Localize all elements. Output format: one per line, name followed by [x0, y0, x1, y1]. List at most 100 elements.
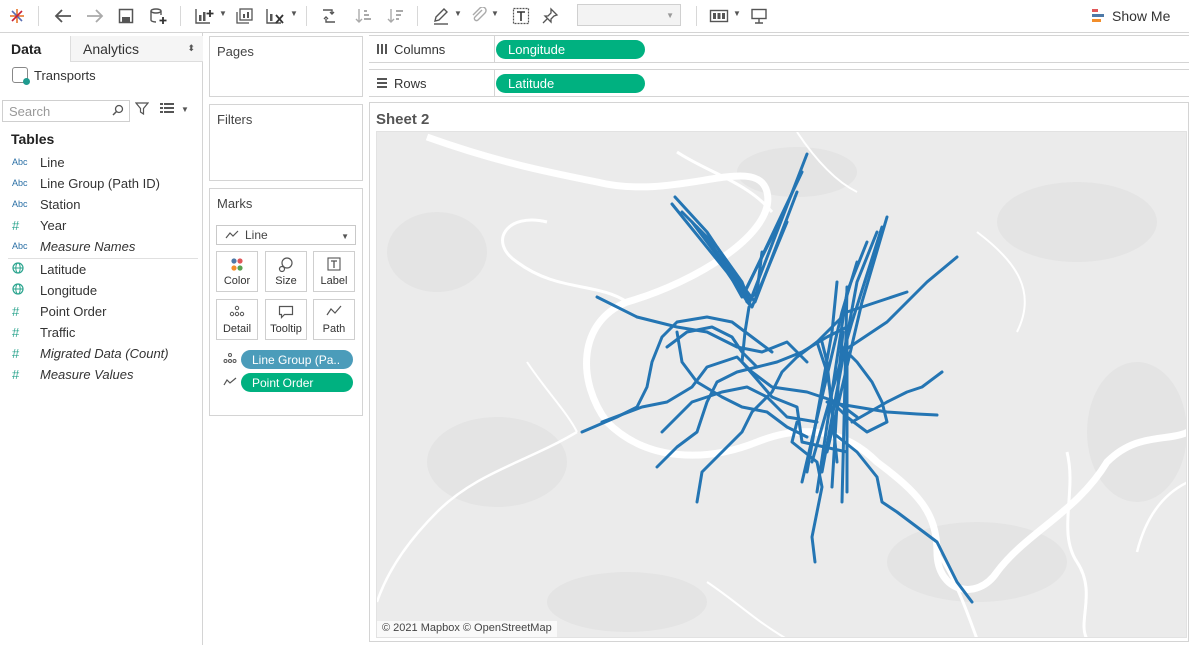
search-icon [112, 104, 124, 119]
view-options-icon[interactable] [160, 102, 174, 117]
field-label: Line Group (Path ID) [40, 175, 160, 191]
save-icon[interactable] [113, 4, 139, 28]
show-me-button[interactable]: Show Me [1092, 5, 1170, 27]
chevron-down-icon: ▼ [341, 232, 349, 241]
filters-shelf[interactable]: Filters [209, 104, 363, 181]
presentation-icon[interactable] [746, 4, 772, 28]
detail-label: Detail [222, 322, 252, 335]
field-measure-names[interactable]: Abc Measure Names [12, 236, 135, 256]
show-labels-icon[interactable] [508, 4, 534, 28]
size-label: Size [275, 274, 297, 287]
line-mark-icon [225, 230, 239, 239]
detail-icon [223, 353, 237, 366]
field-label: Latitude [40, 261, 87, 277]
field-station[interactable]: Abc Station [12, 194, 80, 214]
new-worksheet-icon[interactable] [191, 4, 217, 28]
columns-label-text: Columns [394, 41, 446, 57]
map-svg [377, 132, 1186, 637]
rows-icon [377, 78, 387, 88]
tooltip-button[interactable]: Tooltip [265, 299, 307, 340]
group-icon[interactable] [466, 4, 492, 28]
sheet-title[interactable]: Sheet 2 [376, 111, 429, 128]
columns-shelf[interactable]: Columns Longitude [369, 35, 1189, 63]
field-label: Point Order [40, 303, 107, 319]
sort-descending-icon[interactable] [383, 4, 409, 28]
field-label: Year [40, 217, 67, 233]
line-group-pill[interactable]: Line Group (Pa.. [241, 350, 353, 369]
updown-icon: ⬍ [187, 43, 195, 53]
globe-icon [12, 261, 40, 277]
tab-analytics-label: Analytics [83, 41, 140, 57]
worksheet-view: Sheet 2 © 2021 Mapbox © OpenStreetMap [369, 102, 1189, 642]
path-button[interactable]: Path [313, 299, 355, 340]
field-line-group[interactable]: Abc Line Group (Path ID) [12, 173, 160, 193]
string-type-icon: Abc [12, 178, 28, 188]
latitude-pill[interactable]: Latitude [496, 74, 645, 93]
label-button[interactable]: Label [313, 251, 355, 292]
field-longitude[interactable]: Longitude [12, 280, 97, 300]
pane-tabs: Data Analytics ⬍ [0, 36, 203, 62]
pin-icon[interactable] [537, 4, 563, 28]
sort-ascending-icon[interactable] [351, 4, 377, 28]
color-label: Color [223, 274, 251, 287]
text-label-icon [327, 256, 341, 272]
fit-dropdown[interactable]: ▼ [577, 4, 681, 26]
string-type-icon: Abc [12, 157, 28, 167]
clear-sheet-icon[interactable] [262, 4, 288, 28]
field-point-order[interactable]: # Point Order [12, 301, 106, 321]
string-type-icon: Abc [12, 241, 28, 251]
color-button[interactable]: Color [216, 251, 258, 292]
detail-icon [229, 305, 245, 320]
search-input[interactable]: Search [2, 100, 130, 122]
filter-icon[interactable] [134, 101, 150, 118]
fit-icon[interactable] [706, 4, 732, 28]
transit-line [660, 385, 819, 434]
swap-icon[interactable] [316, 4, 342, 28]
undo-icon[interactable] [50, 4, 76, 28]
path-icon [326, 305, 342, 320]
pages-title: Pages [217, 44, 254, 59]
size-icon [278, 256, 294, 272]
size-button[interactable]: Size [265, 251, 307, 292]
mark-type-dropdown[interactable]: Line ▼ [216, 225, 356, 245]
field-line[interactable]: Abc Line [12, 152, 65, 172]
map-attribution[interactable]: © 2021 Mapbox © OpenStreetMap [377, 621, 557, 637]
number-type-icon: # [12, 303, 20, 319]
field-year[interactable]: # Year [12, 215, 66, 235]
field-measure-values[interactable]: # Measure Values [12, 364, 133, 384]
field-latitude[interactable]: Latitude [12, 259, 86, 279]
transit-line [695, 290, 909, 504]
view-options-chevron-icon[interactable]: ▼ [181, 105, 189, 114]
redo-icon[interactable] [82, 4, 108, 28]
pages-shelf[interactable]: Pages [209, 36, 363, 97]
datasource-item[interactable]: Transports [12, 67, 96, 85]
map-canvas[interactable]: © 2021 Mapbox © OpenStreetMap [376, 131, 1187, 638]
rows-shelf[interactable]: Rows Latitude [369, 69, 1189, 97]
new-datasource-icon[interactable] [145, 4, 171, 28]
path-label: Path [322, 322, 346, 335]
tooltip-label: Tooltip [270, 322, 302, 335]
field-label: Measure Values [40, 366, 134, 382]
datasource-icon [12, 67, 30, 85]
globe-icon [12, 282, 40, 298]
tab-data[interactable]: Data [0, 36, 71, 62]
marks-card: Marks Line ▼ Color Size Label Detail Too… [209, 188, 363, 416]
point-order-pill[interactable]: Point Order [241, 373, 353, 392]
number-type-icon: # [12, 345, 20, 361]
longitude-pill[interactable]: Longitude [496, 40, 645, 59]
show-me-label: Show Me [1112, 8, 1171, 24]
tableau-logo-icon[interactable] [4, 4, 30, 28]
number-type-icon: # [12, 217, 20, 233]
field-traffic[interactable]: # Traffic [12, 322, 75, 342]
search-placeholder: Search [9, 104, 51, 119]
detail-button[interactable]: Detail [216, 299, 258, 340]
highlight-icon[interactable] [428, 4, 454, 28]
rows-label-text: Rows [394, 75, 427, 91]
filters-title: Filters [217, 112, 253, 127]
tab-analytics[interactable]: Analytics ⬍ [71, 36, 203, 62]
number-type-icon: # [12, 366, 20, 382]
field-label: Station [40, 196, 81, 212]
field-migrated-data-count[interactable]: # Migrated Data (Count) [12, 343, 169, 363]
tooltip-icon [278, 305, 294, 320]
duplicate-sheet-icon[interactable] [231, 4, 257, 28]
